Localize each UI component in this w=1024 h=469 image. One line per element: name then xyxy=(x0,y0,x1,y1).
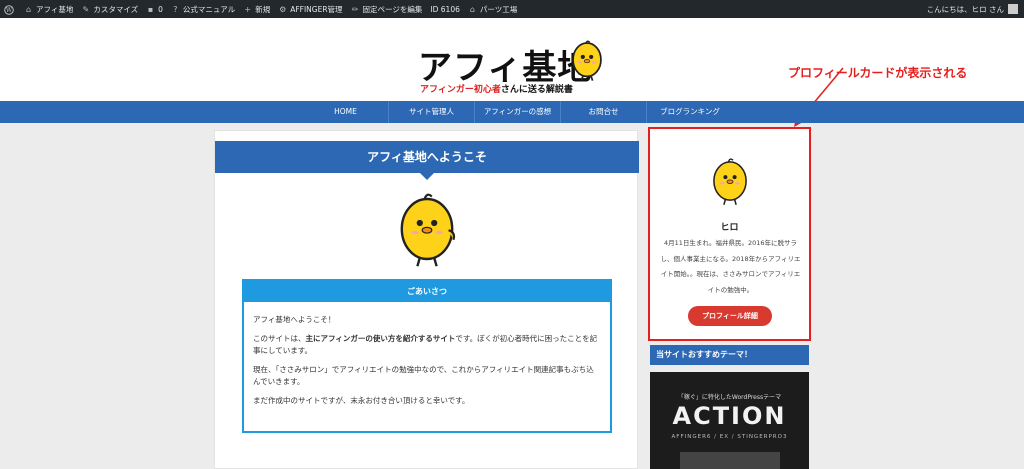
manual-label: 公式マニュアル xyxy=(182,4,236,14)
brush-icon: ✎ xyxy=(82,4,90,14)
greeting-paragraph: 現在、「ささみサロン」でアフィリエイトの勉強中なので、これからアフィリエイト関連… xyxy=(253,365,594,386)
nav-item-home[interactable]: HOME xyxy=(303,101,389,123)
new-content-link[interactable]: + 新規 xyxy=(239,0,274,18)
edit-page-label: 固定ページを編集 xyxy=(362,4,423,14)
site-name-link[interactable]: ⌂ アフィ基地 xyxy=(20,0,77,18)
profile-detail-button[interactable]: プロフィール詳細 xyxy=(688,306,772,326)
customize-link[interactable]: ✎ カスタマイズ xyxy=(77,0,142,18)
banner-subtitle: AFFINGER6 / EX / STINGERPRO3 xyxy=(671,434,788,440)
banner-title: ACTION xyxy=(672,402,787,430)
gear-icon: ⚙ xyxy=(279,4,287,14)
recommend-heading: 当サイトおすすめテーマ！ xyxy=(650,345,809,365)
logo-subtitle-rest: さんに送る解説書 xyxy=(500,85,573,95)
profile-description: 4月11日生まれ。福井県民。2016年に脱サラし、個人事業主になる。2018年か… xyxy=(660,239,801,294)
greeting-text: このサイトは、 xyxy=(253,334,306,343)
customize-label: カスタマイズ xyxy=(93,4,139,14)
site-header: アフィ基地 アフィンガー初心者さんに送る解説書 プロフィールカードが表示される xyxy=(0,18,1024,101)
greeting-heading: ごあいさつ xyxy=(244,281,610,302)
global-nav: HOME サイト管理人 アフィンガーの感想 お問合せ ブログランキング xyxy=(0,101,1024,123)
home-icon: ⌂ xyxy=(25,4,32,14)
svg-text:W: W xyxy=(6,7,13,14)
comments-link[interactable]: ▪ 0 xyxy=(142,0,167,18)
wordpress-menu[interactable]: W xyxy=(0,0,20,18)
page-id: ID 6106 xyxy=(426,0,463,18)
banner-tagline: 「稼ぐ」に特化したWordPressテーマ xyxy=(677,394,782,401)
wordpress-icon: W xyxy=(4,4,14,15)
nav-item-admin[interactable]: サイト管理人 xyxy=(389,101,475,123)
greeting-paragraph: このサイトは、主にアフィンガーの使い方を紹介するサイトです。ぼくが初心者時代に困… xyxy=(253,333,601,357)
avatar xyxy=(1008,4,1018,14)
greeting-paragraph: アフィ基地へようこそ！ xyxy=(253,315,336,324)
page-title: アフィ基地へようこそ xyxy=(215,141,639,173)
comments-count: 0 xyxy=(158,4,163,14)
main-content: アフィ基地へようこそ ごあいさつ アフィ基地へようこそ！ このサイトは、主にアフ… xyxy=(214,130,639,469)
greeting-body: アフィ基地へようこそ！ このサイトは、主にアフィンガーの使い方を紹介するサイトで… xyxy=(244,302,610,407)
logo-subtitle-highlight: アフィンガー初心者 xyxy=(420,85,501,95)
chick-mascot-icon xyxy=(572,40,602,81)
comment-icon: ▪ xyxy=(147,4,154,14)
logo-subtitle: アフィンガー初心者さんに送る解説書 xyxy=(420,82,573,95)
nav-item-ranking[interactable]: ブログランキング xyxy=(647,101,733,123)
site-logo[interactable]: アフィ基地 アフィンガー初心者さんに送る解説書 xyxy=(418,40,608,110)
site-name-label: アフィ基地 xyxy=(36,4,74,14)
theme-banner[interactable]: 「稼ぐ」に特化したWordPressテーマ ACTION AFFINGER6 /… xyxy=(650,372,809,469)
profile-name: ヒロ xyxy=(720,223,739,233)
admin-bar: W ⌂ アフィ基地 ✎ カスタマイズ ▪ 0 ? 公式マニュアル + 新規 ⚙ … xyxy=(0,0,1024,18)
annotation-text: プロフィールカードが表示される xyxy=(788,66,968,80)
pencil-icon: ✏ xyxy=(351,4,359,14)
greeting-box: ごあいさつ アフィ基地へようこそ！ このサイトは、主にアフィンガーの使い方を紹介… xyxy=(242,279,612,433)
banner-image xyxy=(680,452,780,469)
account-menu[interactable]: こんにちは、ヒロ さん xyxy=(927,4,1024,15)
greeting-text: こんにちは、ヒロ さん xyxy=(926,4,1004,14)
affinger-admin-link[interactable]: ⚙ AFFINGER管理 xyxy=(274,0,346,18)
help-icon: ? xyxy=(173,4,178,14)
parts-factory-link[interactable]: ⌂ パーツ工場 xyxy=(464,0,521,18)
edit-page-link[interactable]: ✏ 固定ページを編集 xyxy=(347,0,427,18)
affinger-admin-label: AFFINGER管理 xyxy=(290,4,343,14)
profile-card: ヒロ 4月11日生まれ。福井県民。2016年に脱サラし、個人事業主になる。201… xyxy=(648,127,811,341)
parts-factory-label: パーツ工場 xyxy=(479,4,518,14)
chick-mascot-icon xyxy=(400,193,456,267)
new-content-label: 新規 xyxy=(255,4,271,14)
manual-link[interactable]: ? 公式マニュアル xyxy=(167,0,239,18)
greeting-paragraph: まだ作成中のサイトですが、末永お付き合い頂けると幸いです。 xyxy=(253,396,470,405)
nav-item-contact[interactable]: お問合せ xyxy=(561,101,647,123)
title-arrow xyxy=(420,173,434,180)
nav-item-review[interactable]: アフィンガーの感想 xyxy=(475,101,561,123)
page-id-label: ID 6106 xyxy=(430,4,460,14)
plus-icon: + xyxy=(244,4,252,14)
chick-avatar-icon xyxy=(713,158,747,205)
greeting-bold-text: 主にアフィンガーの使い方を紹介するサイト xyxy=(305,334,456,343)
factory-icon: ⌂ xyxy=(469,4,475,14)
